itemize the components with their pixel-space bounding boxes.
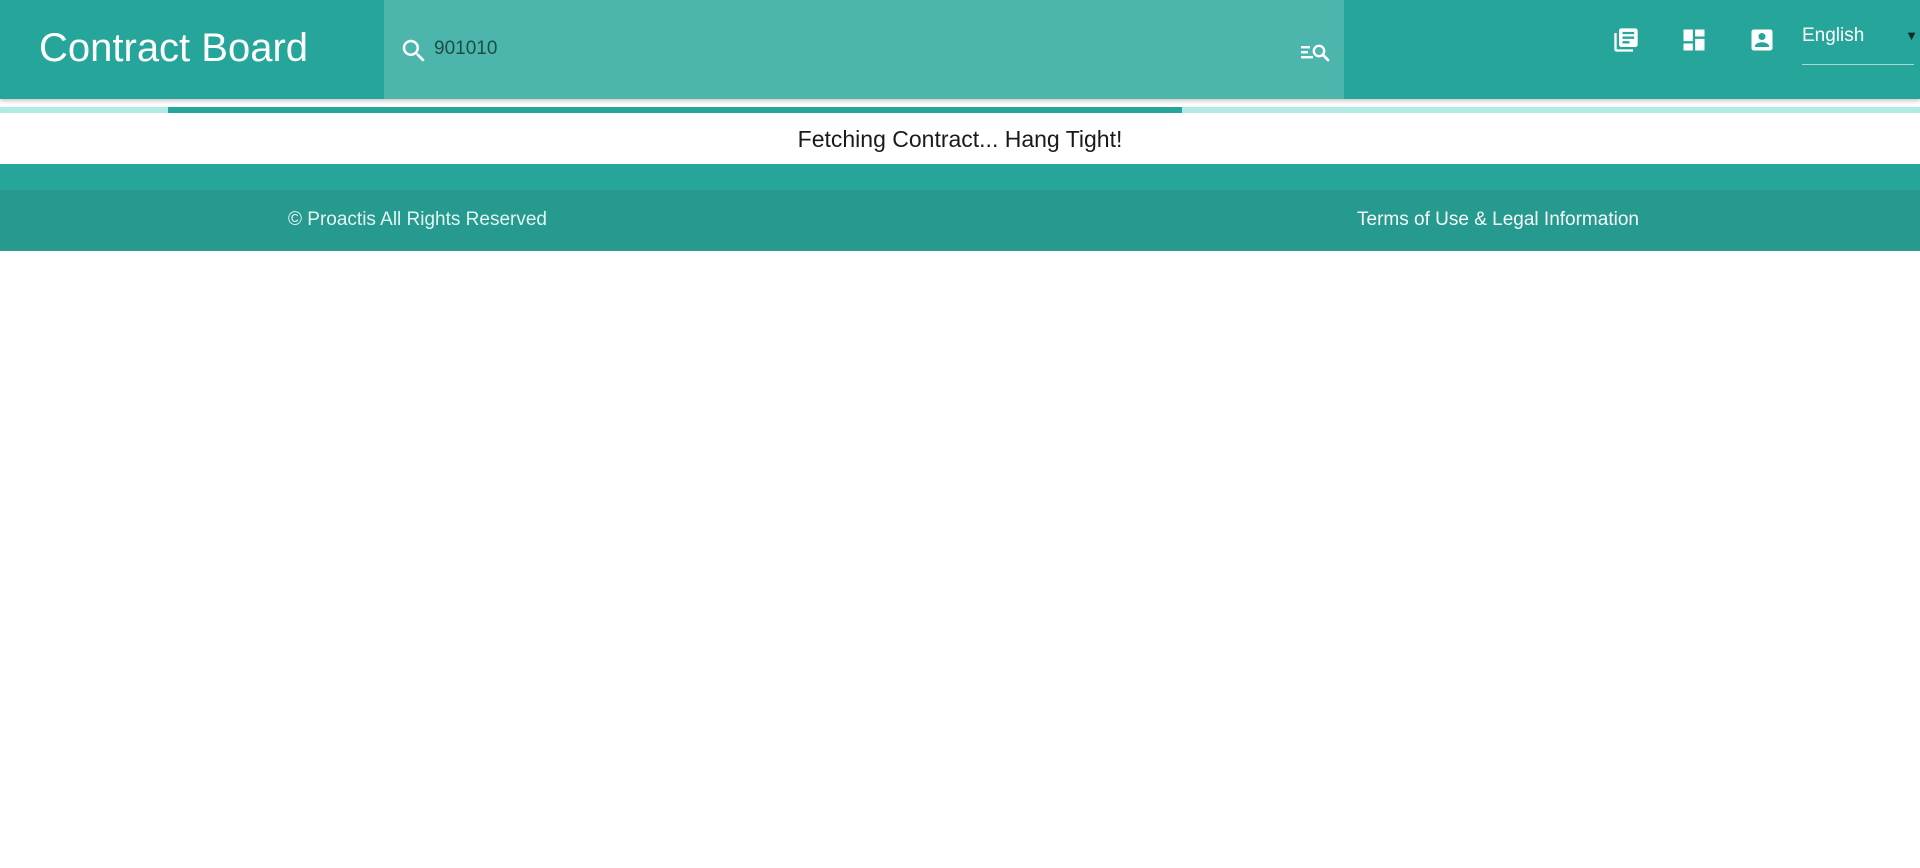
loading-progress-fill xyxy=(168,107,1182,113)
copyright-text: © Proactis All Rights Reserved xyxy=(288,209,547,230)
loading-message: Fetching Contract... Hang Tight! xyxy=(797,126,1123,152)
legal-link[interactable]: Terms of Use & Legal Information xyxy=(1357,209,1639,231)
language-select[interactable]: English ▼ xyxy=(1802,20,1918,65)
advanced-search-icon[interactable] xyxy=(1301,40,1333,64)
language-selected: English xyxy=(1802,25,1865,46)
search-box xyxy=(384,0,1344,99)
search-icon xyxy=(402,39,425,62)
account-box-icon[interactable] xyxy=(1748,26,1776,54)
dashboard-icon[interactable] xyxy=(1680,26,1708,54)
app-bar: Contract Board English ▼ xyxy=(0,0,1920,99)
footer-top-band xyxy=(0,164,1920,190)
footer: © Proactis All Rights Reserved Terms of … xyxy=(0,164,1920,251)
loading-progress-bar xyxy=(0,107,1920,113)
caret-down-icon: ▼ xyxy=(1905,28,1918,43)
library-books-icon[interactable] xyxy=(1612,26,1640,54)
brand-title[interactable]: Contract Board xyxy=(39,22,308,74)
search-input[interactable] xyxy=(434,31,1234,67)
